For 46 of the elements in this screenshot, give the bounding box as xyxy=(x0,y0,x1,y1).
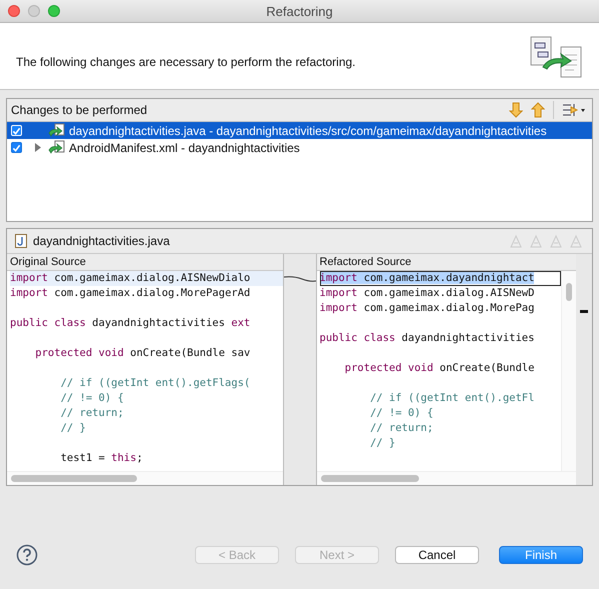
pane-title: Refactored Source xyxy=(316,254,576,271)
code-line: protected void onCreate(Bundle xyxy=(344,361,536,376)
code-line: // != 0) { xyxy=(60,391,125,406)
code-line: import com.gameimax.dayandnightact xyxy=(320,271,562,286)
navigation-icon[interactable] xyxy=(528,233,544,249)
change-item[interactable]: dayandnightactivities.java - dayandnightactivities/src/com/gameimax/dayandnightactivities xyxy=(7,122,592,139)
code-line: // } xyxy=(369,436,396,451)
zoom-button[interactable] xyxy=(48,5,60,17)
code-line: public class dayandnightactivities xyxy=(320,331,536,346)
change-marker xyxy=(580,310,588,313)
up-arrow-icon[interactable] xyxy=(531,102,545,118)
window-title: Refactoring xyxy=(266,4,333,18)
expand-triangle-icon[interactable] xyxy=(34,143,42,152)
code-line: import com.gameimax.dialog.MorePagerAd xyxy=(10,286,252,301)
code-line: protected void onCreate(Bundle sav xyxy=(34,346,252,361)
down-arrow-icon[interactable] xyxy=(509,102,523,118)
panel-title: Changes to be performed xyxy=(11,103,148,117)
minimize-button[interactable] xyxy=(28,5,40,17)
code-line: import com.gameimax.dialog.AISNewD xyxy=(320,286,536,301)
header-message: The following changes are necessary to perform the refactoring. xyxy=(16,55,356,69)
code-line: // return; xyxy=(60,406,125,421)
file-change-icon xyxy=(48,122,66,138)
dialog-button[interactable]: Cancel xyxy=(395,546,479,564)
code-line: // return; xyxy=(369,421,434,436)
navigation-icon[interactable] xyxy=(548,233,564,249)
code-line: // } xyxy=(60,421,87,436)
checkbox[interactable] xyxy=(11,142,22,153)
java-file-icon xyxy=(15,234,27,248)
code-line: // if ((getInt ent().getFl xyxy=(369,391,536,406)
filter-menu-icon[interactable] xyxy=(562,102,588,118)
code-line: import com.gameimax.dialog.MorePag xyxy=(320,301,536,316)
navigation-icon[interactable] xyxy=(508,233,524,249)
help-icon[interactable] xyxy=(16,544,38,566)
close-button[interactable] xyxy=(8,5,20,17)
change-label: dayandnightactivities.java - dayandnightactivities/src/com/gameimax/dayandnightactivities xyxy=(69,124,547,138)
code-line: test1 = this; xyxy=(60,451,144,466)
code-line: // if ((getInt ent().getFlags( xyxy=(60,376,252,391)
code-line: public class dayandnightactivities ext xyxy=(10,316,252,331)
navigation-icon[interactable] xyxy=(568,233,584,249)
change-item[interactable]: AndroidManifest.xml - dayandnightactivities xyxy=(7,139,592,156)
dialog-button[interactable]: Finish xyxy=(499,546,583,564)
change-label: AndroidManifest.xml - dayandnightactivities xyxy=(69,140,300,154)
pane-title: Original Source xyxy=(7,254,282,271)
code-line: // != 0) { xyxy=(369,406,434,421)
file-change-icon xyxy=(48,140,66,156)
preview-file-name: dayandnightactivities.java xyxy=(33,234,170,248)
